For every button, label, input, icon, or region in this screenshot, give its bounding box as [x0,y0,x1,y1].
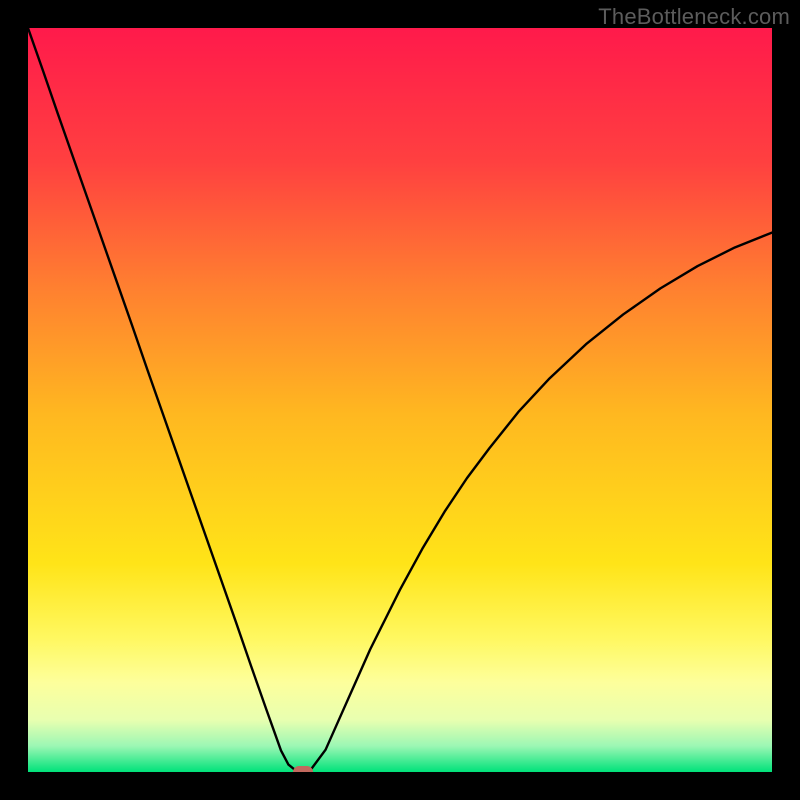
bottleneck-curve [28,28,772,772]
chart-frame: TheBottleneck.com [0,0,800,800]
optimal-marker [293,766,313,772]
plot-area [28,28,772,772]
watermark-text: TheBottleneck.com [598,4,790,30]
